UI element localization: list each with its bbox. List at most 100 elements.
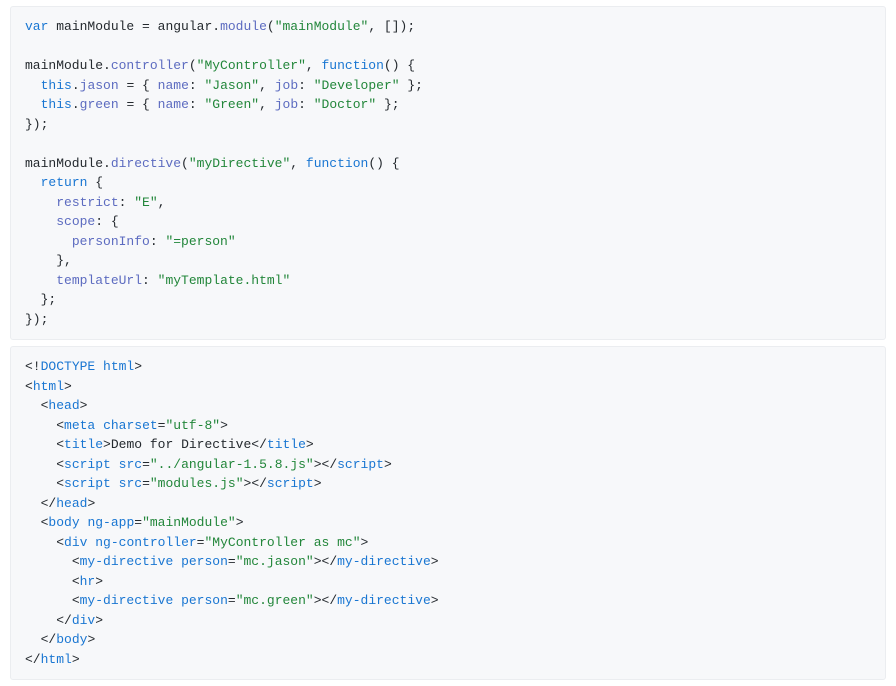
code-token: < <box>25 379 33 394</box>
code-token: name <box>158 78 189 93</box>
code-token <box>173 554 181 569</box>
code-token: () { <box>368 156 399 171</box>
code-token: > <box>314 457 322 472</box>
code-token: > <box>431 554 439 569</box>
code-token: "mc.green" <box>236 593 314 608</box>
code-token: this <box>41 78 72 93</box>
code-token: "utf-8" <box>165 418 220 433</box>
code-token: </ <box>322 554 338 569</box>
code-token: : <box>142 273 158 288</box>
code-token: "myTemplate.html" <box>158 273 291 288</box>
code-token: > <box>95 574 103 589</box>
code-token: job <box>275 97 298 112</box>
code-token: : { <box>95 214 118 229</box>
code-token: mainModule <box>25 156 103 171</box>
code-token: </ <box>251 437 267 452</box>
code-token: () { <box>384 58 415 73</box>
code-token: </ <box>322 593 338 608</box>
code-token: restrict <box>56 195 118 210</box>
html-code-block: <!DOCTYPE html> <html> <head> <meta char… <box>10 346 886 680</box>
code-token: . <box>72 97 80 112</box>
code-token: </ <box>25 652 41 667</box>
code-token: : <box>189 78 205 93</box>
code-token: > <box>220 418 228 433</box>
code-token: > <box>361 535 369 550</box>
code-token: { <box>87 175 103 190</box>
code-token: "mainModule" <box>142 515 236 530</box>
code-token: = { <box>119 78 158 93</box>
code-token: , <box>158 195 166 210</box>
code-token: , <box>306 58 322 73</box>
code-token: "=person" <box>165 234 235 249</box>
code-token: > <box>72 652 80 667</box>
code-token: = <box>228 554 236 569</box>
code-token: "Jason" <box>205 78 260 93</box>
code-token: "mc.jason" <box>236 554 314 569</box>
code-token: ng-app <box>87 515 134 530</box>
code-token: name <box>158 97 189 112</box>
code-token: > <box>236 515 244 530</box>
code-token: script <box>64 457 111 472</box>
code-token: . <box>212 19 220 34</box>
code-token: my-directive <box>337 554 431 569</box>
code-token: title <box>64 437 103 452</box>
code-token: script <box>64 476 111 491</box>
code-token: , []); <box>368 19 415 34</box>
code-token: > <box>87 496 95 511</box>
code-token: scope <box>56 214 95 229</box>
code-token: < <box>56 418 64 433</box>
code-token: }, <box>25 253 72 268</box>
code-token: "modules.js" <box>150 476 244 491</box>
code-token: "../angular-1.5.8.js" <box>150 457 314 472</box>
code-token: "Green" <box>205 97 260 112</box>
code-token: "myDirective" <box>189 156 290 171</box>
code-token: job <box>275 78 298 93</box>
code-token: div <box>72 613 95 628</box>
code-token: src <box>119 476 142 491</box>
code-token: green <box>80 97 119 112</box>
code-token: . <box>72 78 80 93</box>
code-token: personInfo <box>72 234 150 249</box>
code-token: my-directive <box>80 593 174 608</box>
code-token: meta <box>64 418 95 433</box>
code-token: </ <box>56 613 72 628</box>
code-token: < <box>72 554 80 569</box>
js-code-block: var mainModule = angular.module("mainMod… <box>10 6 886 340</box>
code-token: : <box>298 78 314 93</box>
code-token: "MyController as mc" <box>204 535 360 550</box>
code-token: function <box>321 58 383 73</box>
code-token: ng-controller <box>95 535 196 550</box>
code-token: }; <box>25 292 56 307</box>
code-token: head <box>56 496 87 511</box>
code-token: controller <box>111 58 189 73</box>
code-token: > <box>87 632 95 647</box>
code-token: < <box>56 457 64 472</box>
code-token: templateUrl <box>56 273 142 288</box>
code-token: < <box>72 574 80 589</box>
code-token: > <box>95 613 103 628</box>
code-token: = <box>134 515 142 530</box>
code-token: > <box>80 398 88 413</box>
code-token: = <box>142 476 150 491</box>
code-token: , <box>259 78 275 93</box>
code-token: }; <box>376 97 399 112</box>
code-token: > <box>431 593 439 608</box>
code-token: DOCTYPE html <box>41 359 135 374</box>
code-token: </ <box>41 632 57 647</box>
code-token: > <box>64 379 72 394</box>
code-token: ( <box>189 58 197 73</box>
code-token: = { <box>119 97 158 112</box>
code-token: > <box>103 437 111 452</box>
code-token <box>111 476 119 491</box>
code-token: div <box>64 535 87 550</box>
code-token: return <box>41 175 88 190</box>
code-token: }); <box>25 117 48 132</box>
code-token: < <box>56 476 64 491</box>
code-token: < <box>72 593 80 608</box>
code-token: > <box>314 593 322 608</box>
code-token: > <box>384 457 392 472</box>
code-token <box>95 418 103 433</box>
code-token: html <box>33 379 64 394</box>
code-token: Demo for Directive <box>111 437 251 452</box>
code-token <box>173 593 181 608</box>
